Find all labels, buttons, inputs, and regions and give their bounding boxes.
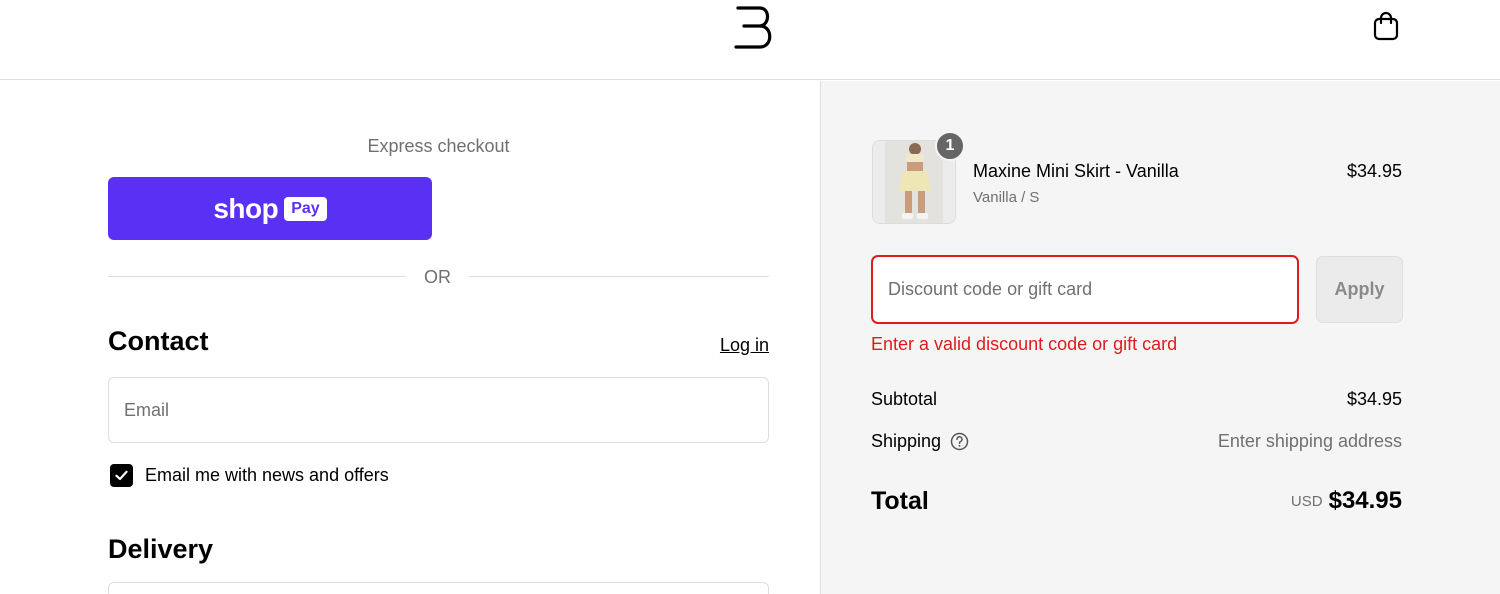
site-header [0,0,1500,80]
help-circle-icon[interactable] [950,432,969,451]
divider-line [469,276,769,277]
discount-error-message: Enter a valid discount code or gift card [871,334,1178,354]
apply-discount-button[interactable]: Apply [1316,256,1403,323]
shop-pay-button[interactable]: shop Pay [108,177,432,240]
subtotal-label: Subtotal [871,389,938,409]
newsletter-checkbox-row[interactable]: Email me with news and offers [110,464,389,487]
checkmark-icon [115,470,128,481]
order-summary: 1 Maxine Mini Skirt - Vanilla Vanilla / … [820,81,1500,594]
brand-logo[interactable] [734,4,778,50]
shipping-label: Shipping [871,431,942,451]
newsletter-label: Email me with news and offers [145,465,389,485]
or-label: OR [424,267,451,287]
quantity-badge: 1 [935,131,965,161]
discount-code-field[interactable] [871,255,1299,324]
shop-pay-badge: Pay [284,196,327,221]
log-in-link[interactable]: Log in [700,335,769,356]
or-divider: OR [108,267,769,287]
subtotal-value: $34.95 [1346,389,1402,409]
shipping-value: Enter shipping address [1217,431,1402,451]
checkout-main: Express checkout shop Pay OR Contact Log… [0,81,820,594]
total-amount: USD $34.95 [1141,487,1402,515]
product-name: Maxine Mini Skirt - Vanilla [973,161,1179,181]
product-price: $34.95 [1346,161,1402,181]
product-variant: Vanilla / S [973,189,1040,206]
country-select[interactable] [108,582,769,594]
contact-heading: Contact [108,326,209,356]
total-value: $34.95 [1328,487,1402,514]
express-checkout-label: Express checkout [367,136,510,156]
delivery-heading: Delivery [108,534,214,564]
total-label: Total [871,487,929,515]
shop-pay-wordmark: shop [213,192,279,224]
total-currency: USD [1290,493,1323,510]
divider-line [108,276,406,277]
shopping-bag-icon[interactable] [1370,10,1402,42]
email-field[interactable] [108,377,769,443]
newsletter-checkbox[interactable] [110,464,133,487]
